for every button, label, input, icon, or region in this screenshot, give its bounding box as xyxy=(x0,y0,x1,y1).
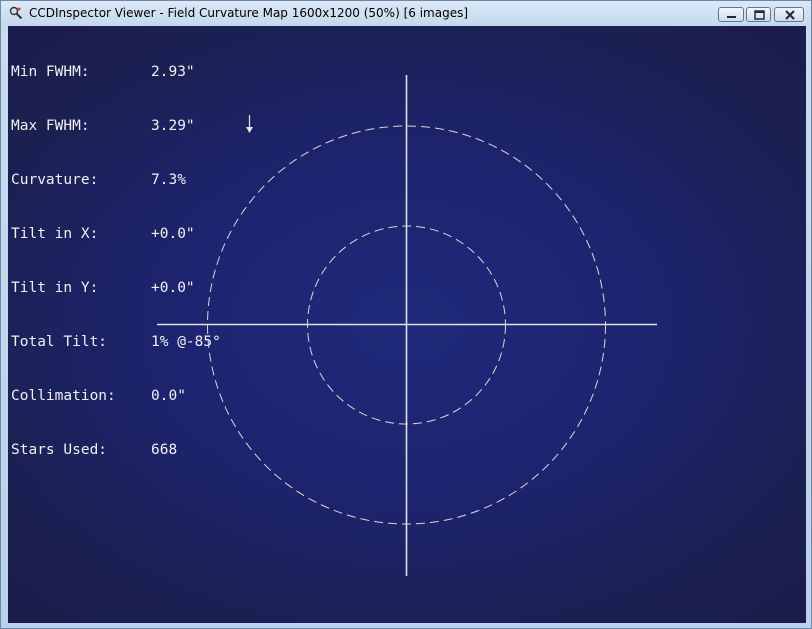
window-title: CCDInspector Viewer - Field Curvature Ma… xyxy=(29,6,469,20)
minimize-icon xyxy=(727,16,736,18)
ccdinspector-app-icon xyxy=(9,6,23,20)
maximize-icon xyxy=(754,10,765,20)
close-button[interactable] xyxy=(774,7,804,22)
close-icon xyxy=(785,10,795,20)
map-overlay xyxy=(157,75,657,576)
title-bar[interactable]: CCDInspector Viewer - Field Curvature Ma… xyxy=(1,1,811,26)
maximize-button[interactable] xyxy=(746,7,771,22)
field-curvature-map[interactable]: Min FWHM: 2.93" Max FWHM: 3.29" Curvature:… xyxy=(8,26,806,623)
arrow-down-icon xyxy=(246,115,253,133)
minimize-button[interactable] xyxy=(718,7,744,22)
app-window: CCDInspector Viewer - Field Curvature Ma… xyxy=(0,0,812,629)
